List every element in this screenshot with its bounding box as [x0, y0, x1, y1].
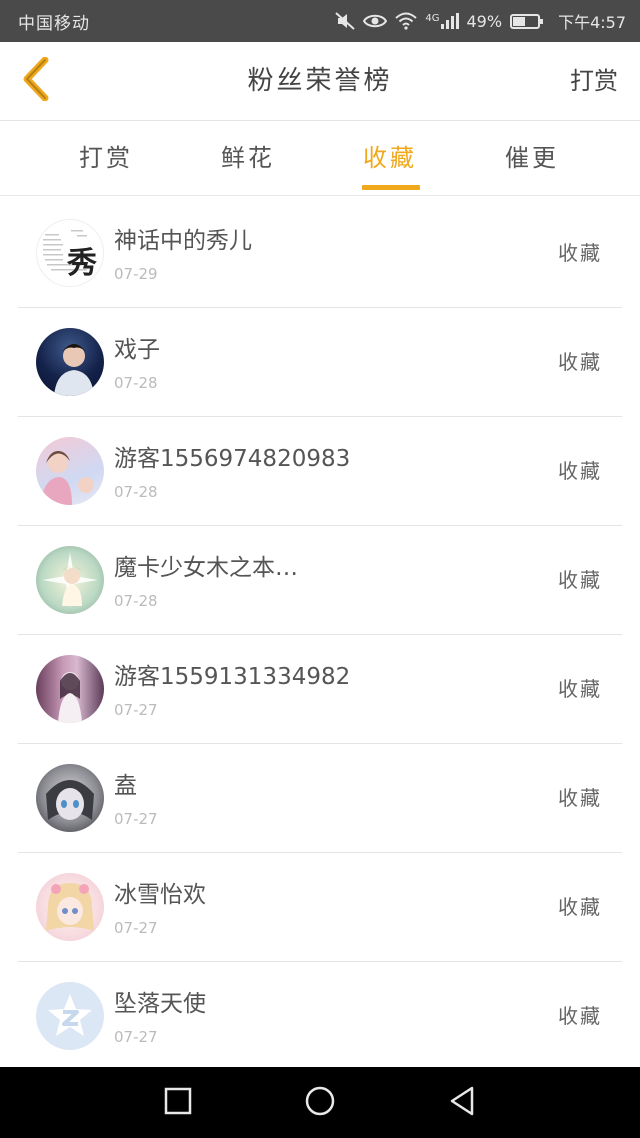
status-icons: 4G 49% 下午4:57 [335, 9, 626, 33]
action-label: 收藏 [558, 786, 602, 810]
signal-icon: 4G [425, 13, 459, 29]
fan-date: 07-27 [114, 919, 158, 937]
circle-icon [304, 1085, 336, 1121]
action-label: 收藏 [558, 677, 602, 701]
page-title: 粉丝荣誉榜 [247, 66, 393, 96]
square-icon [163, 1086, 193, 1120]
action-label: 收藏 [558, 1004, 602, 1028]
fan-name: 盍 [114, 773, 137, 799]
battery-icon [510, 13, 544, 29]
fan-name: 坠落天使 [114, 991, 206, 1017]
list-item[interactable]: 盍 07-27 收藏 [18, 744, 622, 853]
fan-name: 魔卡少女木之本… [114, 555, 298, 581]
action-label: 收藏 [558, 568, 602, 592]
eye-icon [363, 13, 388, 29]
avatar: 秀 [36, 219, 104, 287]
fan-name: 戏子 [114, 337, 160, 363]
status-bar: 中国移动 4G 49% 下午4:57 [0, 0, 640, 42]
mute-icon [335, 12, 356, 30]
triangle-back-icon [447, 1085, 477, 1121]
list-item[interactable]: 游客1559131334982 07-27 收藏 [18, 635, 622, 744]
carrier-label: 中国移动 [18, 13, 90, 34]
tab-bar: 打赏 鲜花 收藏 催更 [0, 121, 640, 196]
fan-date: 07-27 [114, 1028, 158, 1046]
fan-name: 神话中的秀儿 [114, 228, 252, 254]
battery-level [513, 16, 525, 26]
fan-date: 07-27 [114, 701, 158, 719]
fan-date: 07-27 [114, 810, 158, 828]
avatar [36, 655, 104, 723]
tab-urge-update[interactable]: 催更 [462, 121, 602, 195]
fan-date: 07-29 [114, 265, 158, 283]
avatar-logo-text: 秀 [67, 246, 97, 281]
recent-apps-button[interactable] [160, 1085, 196, 1121]
fan-date: 07-28 [114, 374, 158, 392]
action-label: 收藏 [558, 241, 602, 265]
battery-percent: 49% [466, 11, 503, 31]
tab-favorites[interactable]: 收藏 [320, 121, 460, 195]
fan-list: 秀 神话中的秀儿 07-29 收藏 戏子 07-28 收藏 游客15569748… [0, 199, 640, 1071]
fan-name: 冰雪怡欢 [114, 882, 206, 908]
back-nav-button[interactable] [444, 1085, 480, 1121]
wifi-icon [395, 12, 418, 30]
home-button[interactable] [302, 1085, 338, 1121]
system-nav-bar [0, 1067, 640, 1138]
network-type-label: 4G [425, 13, 440, 24]
action-label: 收藏 [558, 350, 602, 374]
list-item[interactable]: 冰雪怡欢 07-27 收藏 [18, 853, 622, 962]
tab-reward[interactable]: 打赏 [36, 121, 176, 195]
fan-name: 游客1559131334982 [114, 664, 351, 690]
tab-flowers[interactable]: 鲜花 [178, 121, 318, 195]
clock: 下午4:57 [558, 13, 626, 32]
list-item[interactable]: 戏子 07-28 收藏 [18, 308, 622, 417]
avatar [36, 982, 104, 1050]
fan-date: 07-28 [114, 592, 158, 610]
avatar [36, 764, 104, 832]
list-item[interactable]: 游客1556974820983 07-28 收藏 [18, 417, 622, 526]
fan-name: 游客1556974820983 [114, 446, 351, 472]
reward-button[interactable]: 打赏 [570, 42, 618, 120]
avatar [36, 328, 104, 396]
avatar [36, 437, 104, 505]
list-item[interactable]: 魔卡少女木之本… 07-28 收藏 [18, 526, 622, 635]
avatar [36, 873, 104, 941]
action-label: 收藏 [558, 895, 602, 919]
fan-date: 07-28 [114, 483, 158, 501]
app-header: 粉丝荣誉榜 打赏 [0, 42, 640, 121]
list-item[interactable]: 坠落天使 07-27 收藏 [18, 962, 622, 1071]
action-label: 收藏 [558, 459, 602, 483]
active-tab-indicator [362, 185, 420, 190]
avatar [36, 546, 104, 614]
list-item[interactable]: 秀 神话中的秀儿 07-29 收藏 [18, 199, 622, 308]
